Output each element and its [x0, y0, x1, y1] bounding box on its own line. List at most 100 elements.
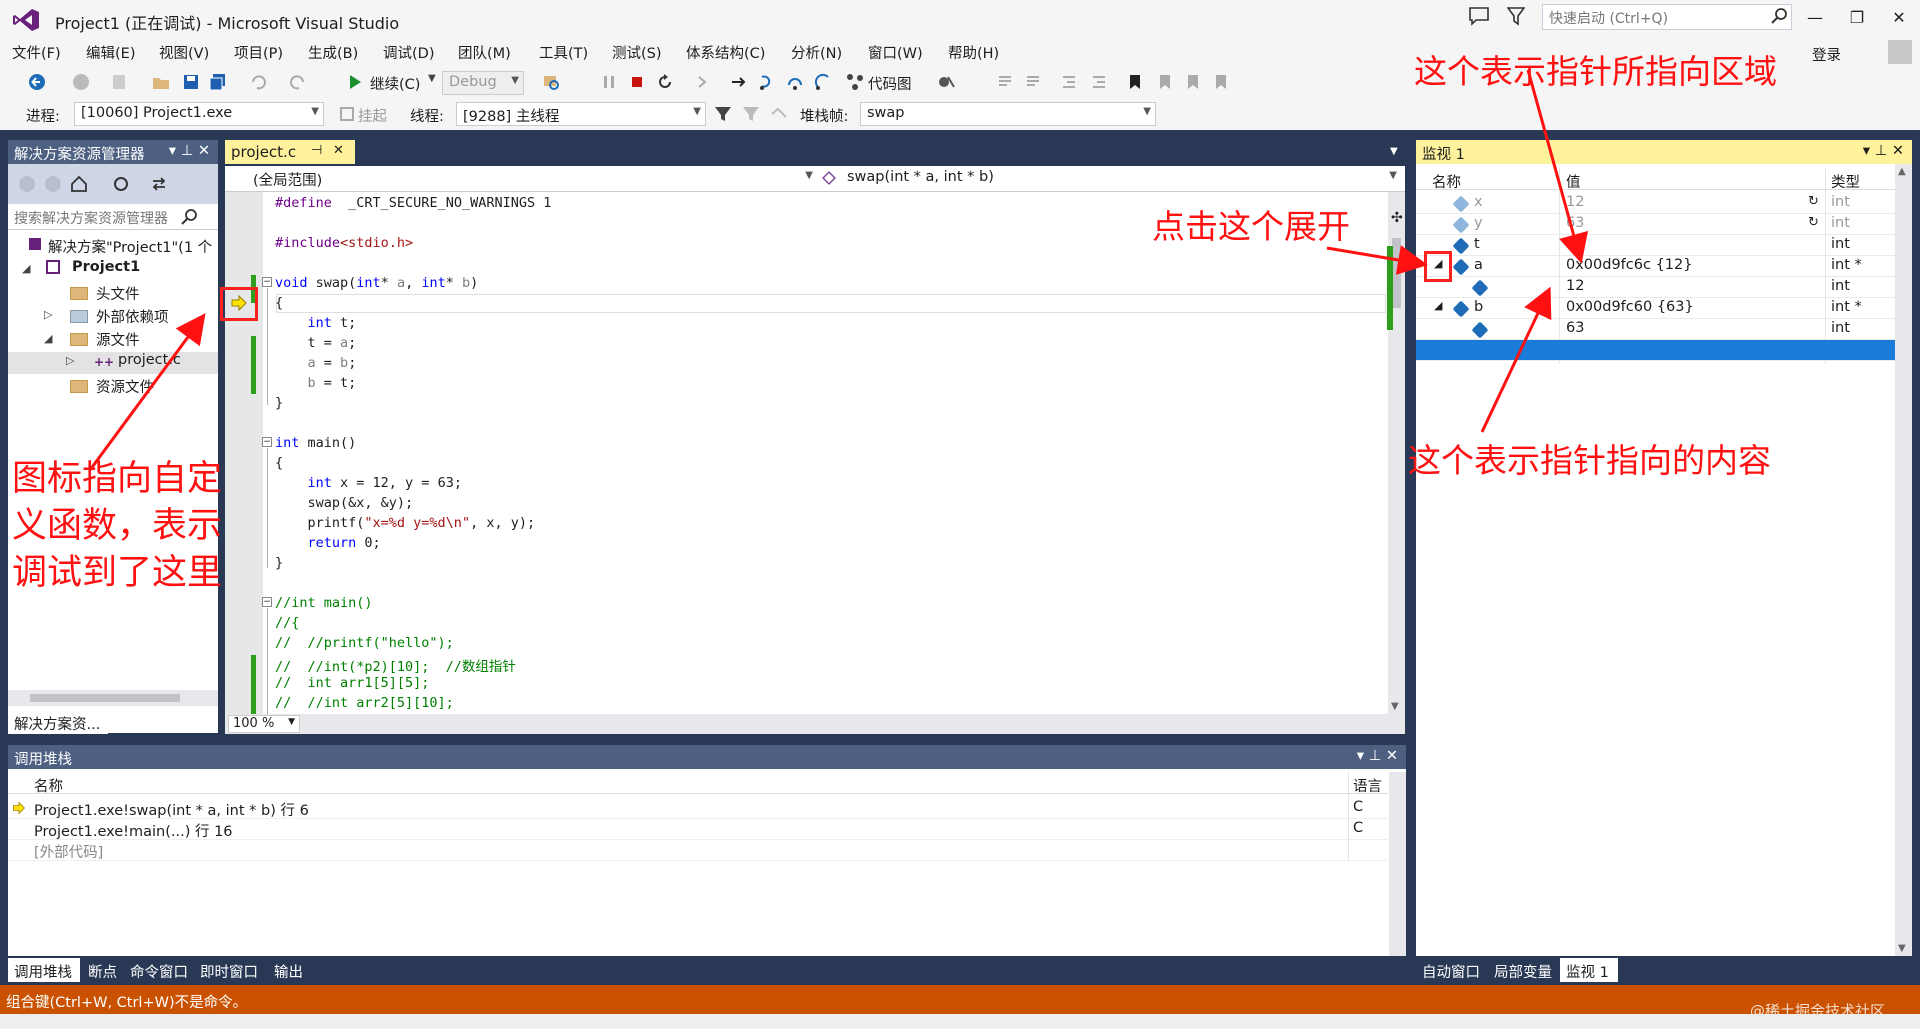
outdent-icon[interactable] [1060, 73, 1078, 91]
editor-hscrollbar[interactable] [225, 714, 1405, 734]
continue-button[interactable]: 继续(C) [370, 73, 420, 94]
find-in-files-icon[interactable] [542, 73, 560, 91]
callstack-frame[interactable]: Project1.exe!main(...) 行 16 [34, 820, 233, 841]
tab-locals[interactable]: 局部变量 [1488, 958, 1568, 982]
menu-team[interactable]: 团队(M) [458, 42, 511, 63]
minimize-button[interactable]: — [1804, 8, 1826, 28]
tab-watch-1[interactable]: 监视 1 [1560, 958, 1618, 982]
panel-controls[interactable]: ▾ ⊥ ✕ [169, 143, 210, 159]
save-all-icon[interactable] [209, 73, 227, 91]
pending-changes-icon[interactable] [112, 175, 130, 193]
expand-arrow-icon[interactable]: ▷ [44, 308, 52, 321]
show-next-statement-icon[interactable] [696, 73, 714, 91]
comment-icon[interactable] [996, 73, 1014, 91]
bookmark-icon[interactable] [1126, 73, 1144, 91]
tab-immediate-window[interactable]: 即时窗口 [194, 958, 272, 982]
menu-architecture[interactable]: 体系结构(C) [686, 42, 765, 63]
suspend-icon[interactable] [338, 105, 356, 123]
editor-tab-project-c[interactable]: project.c ⊣ ✕ [225, 140, 355, 164]
new-project-icon[interactable] [110, 73, 128, 91]
expand-arrow-icon[interactable]: ▷ [66, 354, 74, 367]
watch-row-x[interactable] [1416, 193, 1896, 214]
collapse-toggle-icon[interactable]: − [262, 277, 272, 287]
menu-analyze[interactable]: 分析(N) [791, 42, 842, 63]
menu-test[interactable]: 测试(S) [612, 42, 662, 63]
collapse-arrow-icon[interactable]: ◢ [1434, 299, 1442, 312]
callstack-frame[interactable]: Project1.exe!swap(int * a, int * b) 行 6 [34, 799, 309, 820]
pause-icon[interactable] [600, 73, 618, 91]
watch-col-type[interactable]: 类型 [1831, 171, 1860, 192]
scope-dropdown[interactable]: (全局范围) ▼ [227, 167, 817, 191]
undo-icon[interactable] [248, 73, 266, 91]
uncomment-icon[interactable] [1024, 73, 1042, 91]
search-icon[interactable] [1770, 7, 1788, 25]
navigate-back-icon[interactable] [28, 73, 46, 91]
watch-vscrollbar[interactable]: ▲ ▼ [1895, 164, 1912, 956]
stop-debugging-icon[interactable] [628, 73, 646, 91]
menu-tools[interactable]: 工具(T) [539, 42, 588, 63]
tab-breakpoints[interactable]: 断点 [82, 958, 128, 982]
menu-edit[interactable]: 编辑(E) [86, 42, 135, 63]
tab-command-window[interactable]: 命令窗口 [124, 958, 202, 982]
tree-item-header-files[interactable]: 头文件 [96, 283, 140, 304]
tree-item-project-c[interactable]: project.c [118, 352, 181, 368]
home-icon[interactable] [70, 175, 88, 193]
panel-controls[interactable]: ▾ ⊥ ✕ [1357, 748, 1398, 764]
show-next-statement-arrow-icon[interactable] [730, 73, 748, 91]
step-out-icon[interactable] [814, 73, 832, 91]
flag-thread-dim-icon[interactable] [742, 105, 760, 123]
bookmark-next-icon[interactable] [1184, 73, 1202, 91]
watch-col-name[interactable]: 名称 [1432, 171, 1461, 192]
restore-button[interactable]: ❐ [1846, 8, 1868, 28]
restart-icon[interactable] [656, 73, 674, 91]
tree-item-project[interactable]: Project1 [72, 259, 140, 275]
sign-in-link[interactable]: 登录 [1812, 44, 1841, 65]
menu-help[interactable]: 帮助(H) [948, 42, 999, 63]
breakpoints-toggle-icon[interactable] [938, 73, 956, 91]
feedback-filter-icon[interactable] [1507, 6, 1525, 26]
menu-project[interactable]: 项目(P) [234, 42, 283, 63]
code-map-button[interactable]: 代码图 [868, 73, 912, 94]
tab-solution-explorer[interactable]: 解决方案资... [8, 710, 108, 734]
menu-file[interactable]: 文件(F) [12, 42, 61, 63]
chevron-down-icon[interactable]: ▼ [428, 73, 436, 84]
tab-autos[interactable]: 自动窗口 [1416, 958, 1492, 982]
notification-icon[interactable] [1468, 6, 1490, 26]
tab-overflow-icon[interactable]: ▼ [1390, 146, 1398, 157]
avatar[interactable] [1888, 40, 1912, 64]
watch-row-new[interactable] [1416, 340, 1896, 361]
redo-icon[interactable] [290, 73, 308, 91]
forward-icon[interactable] [44, 175, 62, 193]
open-file-icon[interactable] [152, 73, 170, 91]
close-window-button[interactable]: ✕ [1888, 8, 1910, 28]
menu-view[interactable]: 视图(V) [159, 42, 209, 63]
solution-hscrollbar[interactable] [8, 690, 218, 706]
collapse-toggle-icon[interactable]: − [262, 597, 272, 607]
continue-icon[interactable] [346, 73, 364, 91]
thread-dropdown[interactable]: [9288] 主线程 ▼ [456, 102, 706, 126]
panel-controls[interactable]: ▾ ⊥ ✕ [1863, 143, 1904, 159]
step-into-icon[interactable] [758, 73, 776, 91]
navigate-forward-icon[interactable] [72, 73, 90, 91]
collapse-toggle-icon[interactable]: − [262, 437, 272, 447]
flag-thread-icon[interactable] [714, 105, 732, 123]
collapse-arrow-icon[interactable]: ◢ [22, 262, 30, 275]
pin-icon[interactable]: ⊣ [311, 143, 322, 158]
bookmark-prev-icon[interactable] [1156, 73, 1174, 91]
code-map-icon[interactable] [846, 73, 864, 91]
collapse-arrow-icon[interactable]: ◢ [44, 332, 52, 345]
watch-row-y[interactable] [1416, 214, 1896, 235]
tree-item-resource-files[interactable]: 资源文件 [96, 376, 154, 397]
menu-build[interactable]: 生成(B) [308, 42, 358, 63]
back-icon[interactable] [18, 175, 36, 193]
callstack-col-name[interactable]: 名称 [34, 775, 63, 796]
bookmark-clear-icon[interactable] [1212, 73, 1230, 91]
show-flagged-threads-icon[interactable] [770, 105, 788, 123]
search-icon[interactable] [180, 208, 198, 226]
tree-item-solution[interactable]: 解决方案"Project1"(1 个 [48, 236, 212, 257]
callstack-col-lang[interactable]: 语言 [1353, 775, 1382, 796]
tab-team-explorer[interactable]: 团队资源管... [112, 710, 216, 734]
callstack-vscrollbar[interactable] [1389, 772, 1406, 956]
stackframe-dropdown[interactable]: swap ▼ [860, 102, 1156, 126]
refresh-icon[interactable]: ↻ [1808, 215, 1819, 230]
